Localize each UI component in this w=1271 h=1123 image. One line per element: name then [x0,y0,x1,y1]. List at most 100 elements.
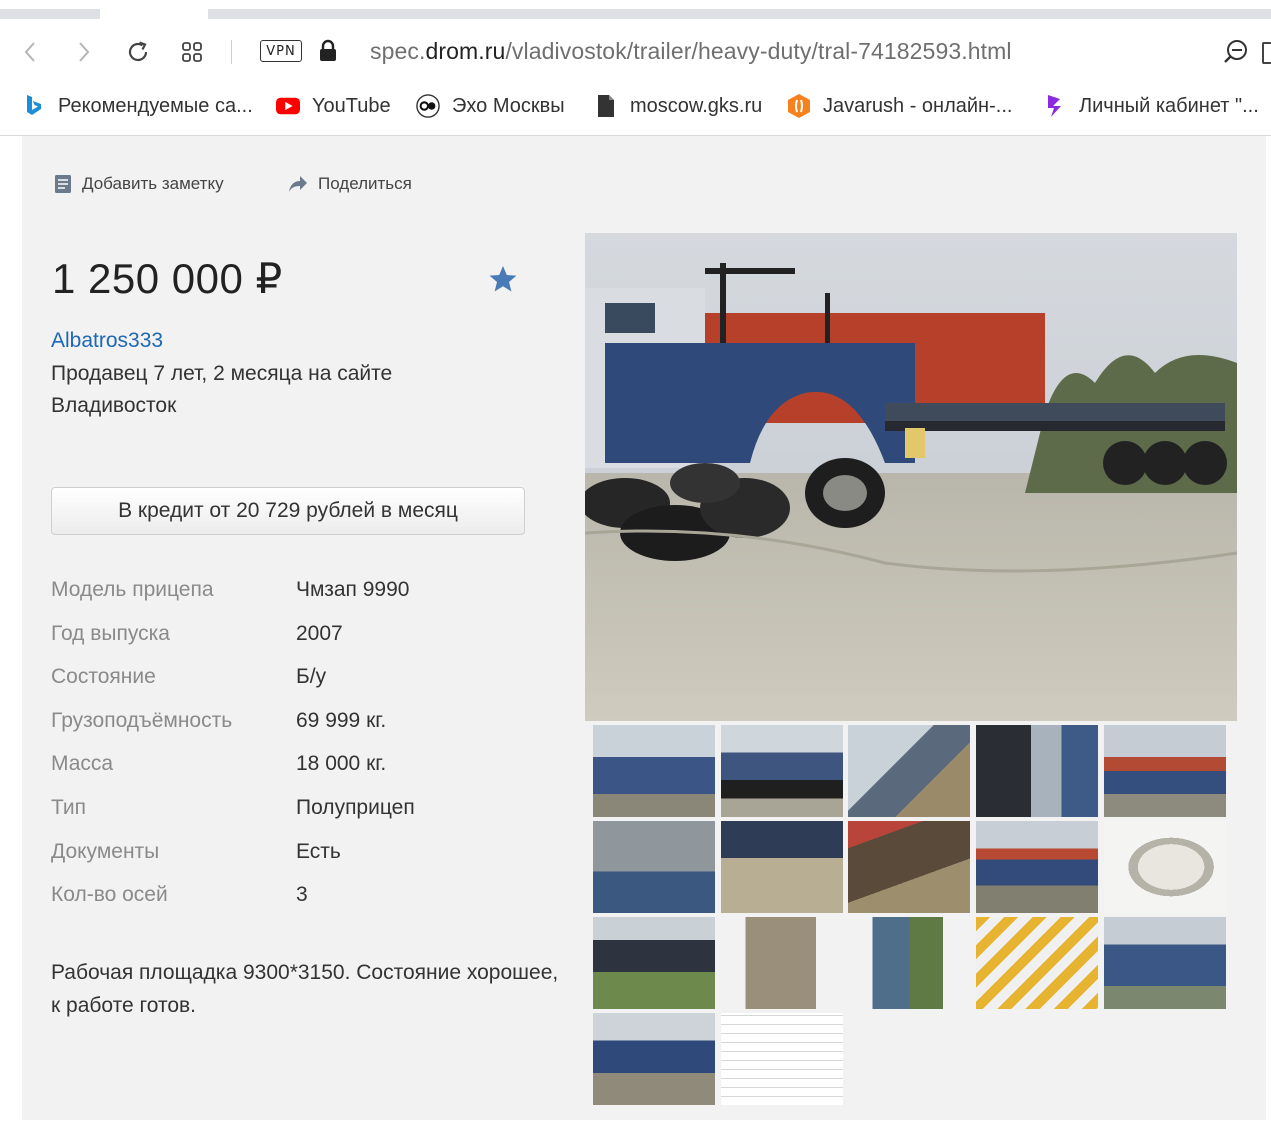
cabinet-icon [1043,94,1067,118]
spec-row-mass: Масса 18 000 кг. [51,752,551,782]
thumbnail[interactable] [1104,917,1226,1009]
thumbnail[interactable] [1104,821,1226,913]
spec-row-axles: Кол-во осей 3 [51,883,551,913]
tab-bar-background [208,9,1271,19]
trailer-photo-image [585,233,1237,721]
forward-button[interactable] [70,38,98,66]
spec-value: Б/у [296,665,327,688]
credit-button[interactable]: В кредит от 20 729 рублей в месяц [51,487,525,535]
listing-description: Рабочая площадка 9300*3150. Состояние хо… [51,956,591,1022]
spec-value: Чмзап 9990 [296,578,410,601]
thumbnail[interactable] [593,725,715,817]
spec-row-year: Год выпуска 2007 [51,622,551,652]
thumbnail[interactable] [976,821,1098,913]
inactive-tab[interactable] [0,9,100,19]
reload-button[interactable] [124,38,152,66]
thumbnail[interactable] [1104,725,1226,817]
thumbnail[interactable] [848,821,970,913]
grid-icon [182,42,202,62]
main-photo[interactable] [585,233,1237,721]
share-label: Поделиться [318,174,412,193]
bookmark-label: YouTube [312,94,391,117]
thumbnail[interactable] [593,1013,715,1105]
spec-value: 2007 [296,622,343,645]
bookmark-javarush[interactable]: Javarush - онлайн-... [787,94,1012,118]
spec-label: Грузоподъёмность [51,709,233,732]
spec-value: 3 [296,883,308,906]
youtube-icon [276,94,300,118]
thumbnail[interactable] [721,1013,843,1105]
spec-row-model: Модель прицепа Чмзап 9990 [51,578,551,608]
share-button[interactable]: Поделиться [288,174,412,194]
description-line: к работе готов. [51,994,196,1017]
spec-value: 69 999 кг. [296,709,387,732]
bookmark-echo[interactable]: Эхо Москвы [416,94,565,118]
speed-dial-button[interactable] [178,38,206,66]
bookmark-label: moscow.gks.ru [630,94,763,117]
bing-icon [22,94,46,118]
sidebar-toggle-icon[interactable] [1262,42,1271,64]
add-note-button[interactable]: Добавить заметку [54,174,224,194]
spec-row-documents: Документы Есть [51,840,551,870]
listing-page: Добавить заметку Поделиться 1 250 000 ₽ … [22,136,1266,1120]
lock-icon[interactable] [318,39,338,63]
thumbnail[interactable] [721,725,843,817]
address-bar[interactable]: spec.drom.ru/vladivostok/trailer/heavy-d… [370,38,1012,65]
tab-strip [0,0,1271,20]
seller-since: Продавец 7 лет, 2 месяца на сайте [51,362,393,385]
spec-value: 18 000 кг. [296,752,387,775]
spec-row-type: Тип Полуприцеп [51,796,551,826]
spec-label: Модель прицепа [51,578,214,601]
spec-label: Состояние [51,665,156,688]
bookmark-youtube[interactable]: YouTube [276,94,391,118]
bookmark-recommended[interactable]: Рекомендуемые са... [22,94,253,118]
listing-city: Владивосток [51,394,177,417]
thumbnail[interactable] [593,821,715,913]
share-arrow-icon [288,175,308,193]
bookmark-gks[interactable]: moscow.gks.ru [594,94,762,118]
spec-row-capacity: Грузоподъёмность 69 999 кг. [51,709,551,739]
spec-label: Кол-во осей [51,883,168,906]
seller-link[interactable]: Albatros333 [51,329,163,353]
thumbnail[interactable] [976,917,1098,1009]
echo-icon [416,94,440,118]
thumbnail[interactable] [721,917,843,1009]
bookmark-label: Рекомендуемые са... [58,94,253,117]
bookmarks-bar: Рекомендуемые са... YouTube Эхо Москвы m… [0,88,1271,128]
vpn-badge[interactable]: VPN [260,40,302,62]
thumbnail[interactable] [593,917,715,1009]
url-path: /vladivostok/trailer/heavy-duty/tral-741… [505,38,1012,64]
zoom-out-icon[interactable] [1222,38,1250,66]
listing-price: 1 250 000 ₽ [52,255,283,302]
thumbnail[interactable] [721,821,843,913]
url-prefix: spec. [370,38,426,64]
arrow-left-icon [24,42,35,62]
url-host: drom.ru [425,38,506,64]
browser-toolbar: VPN spec.drom.ru/vladivostok/trailer/hea… [0,24,1271,80]
bookmark-label: Эхо Москвы [452,94,565,117]
bookmark-cabinet[interactable]: Личный кабинет "... [1043,94,1259,118]
thumbnail[interactable] [848,917,970,1009]
spec-value: Есть [296,840,341,863]
javarush-icon [787,94,811,118]
toolbar-separator [231,40,232,64]
arrow-right-icon [79,42,90,62]
thumbnail[interactable] [848,725,970,817]
bookmark-label: Javarush - онлайн-... [823,94,1013,117]
thumbnail-grid [593,725,1233,1109]
spec-value: Полуприцеп [296,796,415,819]
back-button[interactable] [16,38,44,66]
bookmark-label: Личный кабинет "... [1079,94,1259,117]
reload-icon [128,41,148,62]
spec-label: Тип [51,796,87,819]
favorite-star-icon[interactable] [488,264,518,294]
spec-label: Масса [51,752,114,775]
spec-label: Документы [51,840,160,863]
spec-label: Год выпуска [51,622,170,645]
add-note-label: Добавить заметку [82,174,224,193]
spec-row-condition: Состояние Б/у [51,665,551,695]
description-line: Рабочая площадка 9300*3150. Состояние хо… [51,961,559,984]
thumbnail[interactable] [976,725,1098,817]
note-icon [54,174,72,194]
document-icon [594,94,618,118]
